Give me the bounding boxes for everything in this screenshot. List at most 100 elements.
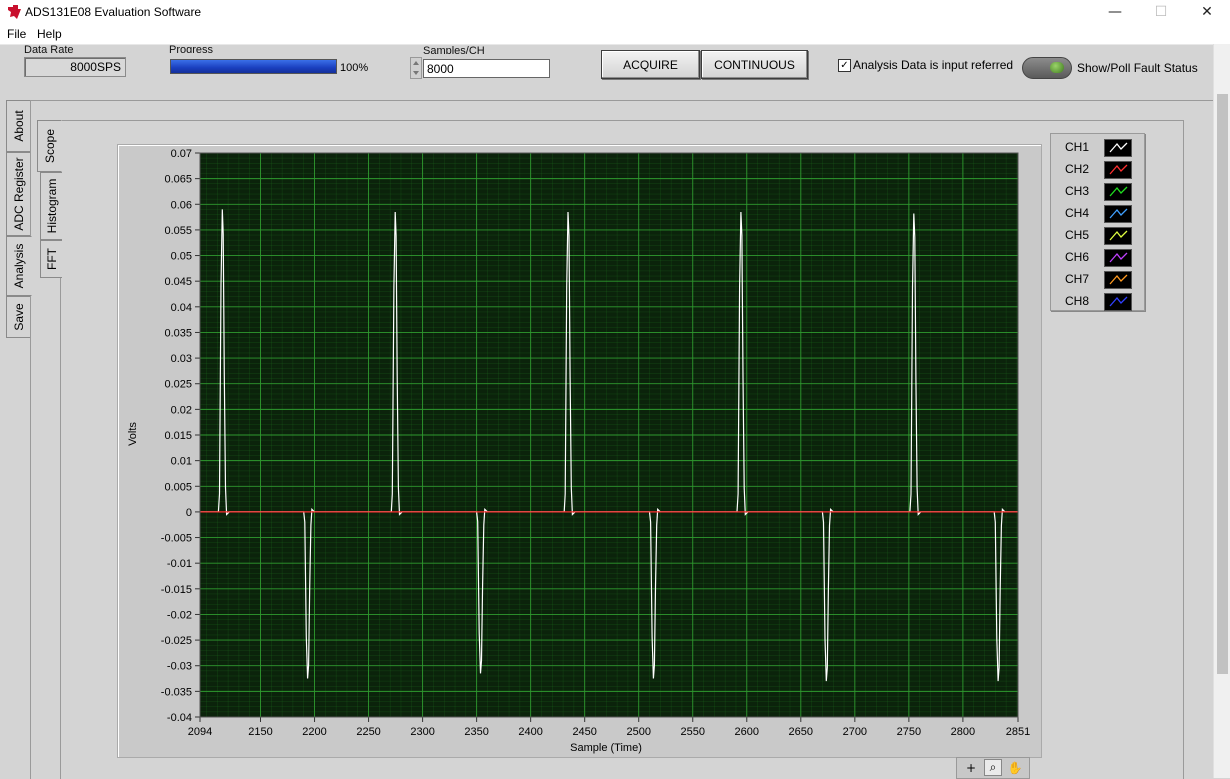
y-tick-label: 0 <box>186 507 192 519</box>
tab-about[interactable]: About <box>6 100 30 152</box>
data-rate-value: 8000SPS <box>70 60 121 74</box>
x-tick-label: 2851 <box>1006 726 1030 738</box>
y-axis-label: Volts <box>127 422 139 446</box>
vertical-scrollbar[interactable] <box>1213 44 1230 778</box>
x-tick-label: 2450 <box>572 726 596 738</box>
y-tick-label: 0.03 <box>171 353 192 365</box>
progress-label: Progress <box>169 45 214 53</box>
y-tick-label: 0.01 <box>171 456 192 468</box>
close-button[interactable]: ✕ <box>1184 0 1230 24</box>
tab-scope-label: Scope <box>42 128 57 164</box>
scope-chart[interactable]: 0.07 0.065 0.06 0.055 0.05 0.045 0.04 0.035 0.03… <box>117 144 1040 756</box>
x-tick-label: 2800 <box>951 726 975 738</box>
legend-swatch-icon <box>1104 293 1132 311</box>
scrollbar-thumb[interactable] <box>1217 94 1228 674</box>
legend-item[interactable]: CH2 <box>1051 158 1144 180</box>
progress-fill <box>171 60 336 73</box>
y-tick-label: 0.04 <box>171 302 192 314</box>
y-tick-label: 0.025 <box>164 379 192 391</box>
cursor-move-tool-icon[interactable]: + <box>962 759 980 776</box>
legend-item-label: CH7 <box>1065 272 1090 286</box>
ti-logo-icon <box>8 5 21 19</box>
minimize-button[interactable]: — <box>1092 0 1138 24</box>
legend-item-label: CH2 <box>1065 162 1090 176</box>
tab-scope[interactable]: Scope <box>37 120 62 172</box>
analysis-input-referred-checkbox[interactable]: ✓ <box>838 59 851 72</box>
y-tick-label: -0.015 <box>161 584 192 596</box>
y-tick-label: 0.035 <box>164 327 192 339</box>
legend-item[interactable]: CH3 <box>1051 180 1144 202</box>
legend-swatch-icon <box>1104 183 1132 201</box>
tab-analysis[interactable]: Analysis <box>6 236 32 296</box>
legend-item-label: CH1 <box>1065 140 1090 154</box>
legend-swatch-icon <box>1104 271 1132 289</box>
legend-item-label: CH3 <box>1065 184 1090 198</box>
fault-status-led-icon <box>1050 62 1064 73</box>
tab-analysis-label: Analysis <box>12 243 26 289</box>
maximize-button[interactable]: ☐ <box>1138 0 1184 24</box>
y-tick-label: 0.055 <box>164 225 192 237</box>
y-tick-label: 0.07 <box>171 148 192 160</box>
tab-save[interactable]: Save <box>6 296 30 338</box>
y-tick-label: -0.035 <box>161 686 192 698</box>
x-tick-label: 2150 <box>248 726 272 738</box>
plot-legend: CH1 CH2 CH3 CH4 CH5 CH6 CH7 CH8 <box>1050 133 1145 311</box>
tab-histogram-label: Histogram <box>44 178 59 234</box>
x-tick-label: 2650 <box>789 726 813 738</box>
legend-swatch-icon <box>1104 227 1132 245</box>
x-tick-label: 2550 <box>681 726 705 738</box>
samples-label: Samples/CH <box>423 46 485 54</box>
legend-item[interactable]: CH6 <box>1051 246 1144 268</box>
y-tick-label: 0.06 <box>171 199 192 211</box>
tab-fft[interactable]: FFT <box>40 240 62 278</box>
y-tick-label: 0.02 <box>171 404 192 416</box>
data-rate-indicator: 8000SPS <box>24 57 126 77</box>
x-axis-label: Sample (Time) <box>570 742 642 754</box>
legend-item-label: CH4 <box>1065 206 1090 220</box>
legend-item-label: CH8 <box>1065 294 1090 308</box>
legend-swatch-icon <box>1104 139 1132 157</box>
legend-item[interactable]: CH7 <box>1051 268 1144 290</box>
tab-about-label: About <box>11 110 26 142</box>
samples-spinner[interactable] <box>410 57 422 79</box>
continuous-button[interactable]: CONTINUOUS <box>701 50 808 79</box>
y-tick-label: -0.025 <box>161 635 192 647</box>
x-tick-label: 2350 <box>464 726 488 738</box>
legend-item[interactable]: CH5 <box>1051 224 1144 246</box>
legend-item-label: CH5 <box>1065 228 1090 242</box>
fault-status-label: Show/Poll Fault Status <box>1077 61 1198 75</box>
fault-status-toggle[interactable] <box>1022 57 1072 79</box>
tab-adc-register-label: ADC Register <box>11 157 26 231</box>
x-tick-label: 2300 <box>410 726 434 738</box>
legend-swatch-icon <box>1104 249 1132 267</box>
pan-tool-icon[interactable]: ✋ <box>1006 759 1024 776</box>
legend-swatch-icon <box>1104 205 1132 223</box>
legend-item-label: CH6 <box>1065 250 1090 264</box>
tab-adc-register[interactable]: ADC Register <box>6 152 30 236</box>
y-tick-label: 0.05 <box>171 251 192 263</box>
samples-input[interactable] <box>423 59 550 78</box>
menu-file[interactable]: File <box>7 27 26 41</box>
x-tick-label: 2700 <box>843 726 867 738</box>
tab-save-label: Save <box>11 303 26 331</box>
data-rate-label: Data Rate <box>24 45 74 53</box>
y-tick-label: -0.01 <box>167 558 192 570</box>
legend-item[interactable]: CH8 <box>1051 290 1144 312</box>
menu-help[interactable]: Help <box>37 27 62 41</box>
zoom-tool-icon[interactable]: ⌕ <box>984 759 1002 776</box>
tab-histogram[interactable]: Histogram <box>40 172 62 240</box>
y-tick-label: -0.04 <box>167 712 192 724</box>
menu-bar: File Help <box>0 24 1230 45</box>
y-tick-label: -0.005 <box>161 533 192 545</box>
legend-item[interactable]: CH1 <box>1051 136 1144 158</box>
legend-item[interactable]: CH4 <box>1051 202 1144 224</box>
analysis-input-referred-label: Analysis Data is input referred <box>853 58 1014 72</box>
acquire-button[interactable]: ACQUIRE <box>601 50 700 79</box>
x-tick-label: 2750 <box>897 726 921 738</box>
x-tick-label: 2200 <box>302 726 326 738</box>
y-tick-label: 0.015 <box>164 430 192 442</box>
x-tick-label: 2094 <box>188 726 212 738</box>
x-tick-label: 2500 <box>626 726 650 738</box>
y-tick-label: 0.065 <box>164 174 192 186</box>
graph-palette: + ⌕ ✋ <box>956 757 1030 779</box>
